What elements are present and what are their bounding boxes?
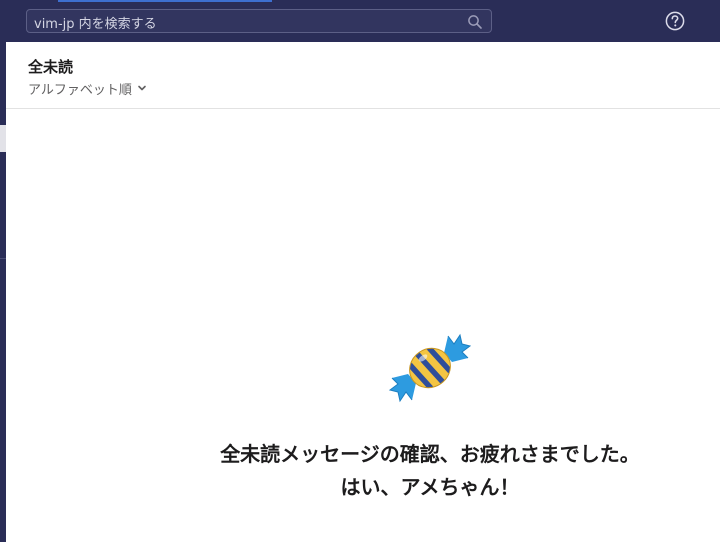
empty-state-line-2: はい、アメちゃん！ <box>340 475 520 499</box>
sort-dropdown[interactable]: アルファベット順 <box>28 79 147 98</box>
page-title: 全未読 <box>28 58 74 76</box>
top-bar: vim-jp 内を検索する <box>0 0 720 42</box>
help-icon[interactable] <box>665 11 685 31</box>
search-placeholder: vim-jp 内を検索する <box>34 17 157 32</box>
search-input[interactable]: vim-jp 内を検索する <box>26 9 492 33</box>
candy-icon <box>388 333 472 403</box>
top-bar-accent <box>58 0 272 2</box>
page-header: 全未読 アルファベット順 <box>6 42 720 109</box>
sidebar-active-item[interactable] <box>0 125 6 152</box>
sort-label: アルファベット順 <box>28 82 132 98</box>
empty-state-line-1: 全未読メッセージの確認、お疲れさまでした。 <box>220 442 640 466</box>
sidebar-divider <box>0 258 6 259</box>
empty-state-message: 全未読メッセージの確認、お疲れさまでした。 はい、アメちゃん！ <box>6 438 720 504</box>
chevron-down-icon <box>138 85 146 91</box>
search-icon[interactable] <box>467 14 483 30</box>
